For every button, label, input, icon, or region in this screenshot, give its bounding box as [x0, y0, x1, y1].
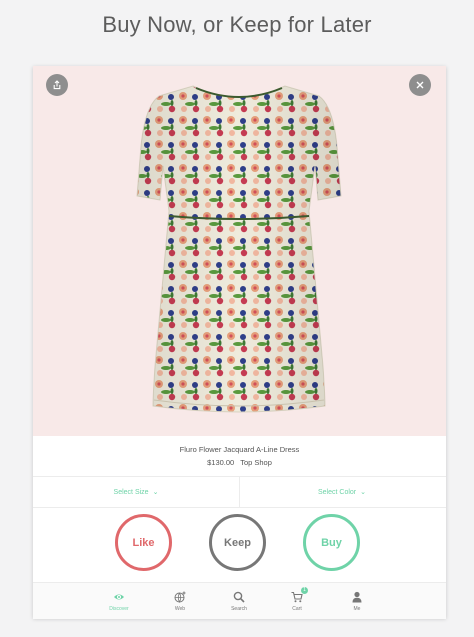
tab-cart-label: Cart [292, 605, 302, 612]
page-headline: Buy Now, or Keep for Later [102, 12, 372, 37]
share-icon [53, 80, 61, 90]
select-color-dropdown[interactable]: Select Color ⌄ [239, 477, 445, 507]
tab-discover[interactable]: Discover [89, 583, 149, 619]
buy-button[interactable]: Buy [303, 514, 360, 571]
product-image[interactable] [33, 66, 446, 436]
product-image-area [33, 66, 446, 436]
product-name: Fluro Flower Jacquard A-Line Dress [179, 445, 300, 454]
cart-badge: 1 [301, 587, 308, 594]
tab-web-label: Web [174, 605, 186, 612]
dress-illustration [136, 85, 342, 413]
tab-cart[interactable]: 1 Cart [267, 583, 327, 619]
chevron-down-icon: ⌄ [152, 489, 159, 496]
search-icon [233, 591, 245, 603]
eye-icon [114, 594, 124, 599]
action-buttons: Like Keep Buy [33, 507, 446, 582]
chevron-down-icon: ⌄ [360, 489, 366, 496]
product-store: Top Shop [240, 458, 272, 467]
globe-plus-icon [174, 591, 186, 603]
tab-discover-label: Discover [109, 605, 129, 612]
variant-selectors: Select Size ⌄ Select Color ⌄ [33, 476, 446, 508]
select-color-label: Select Color [317, 488, 357, 496]
keep-button[interactable]: Keep [209, 514, 266, 571]
product-price: $130.00 [207, 458, 235, 467]
product-price-line: $130.00 Top Shop [33, 458, 446, 467]
tab-search-label: Search [231, 605, 247, 612]
select-size-dropdown[interactable]: Select Size ⌄ [33, 477, 240, 507]
tab-me[interactable]: Me [327, 583, 387, 619]
close-icon [416, 81, 424, 89]
tab-me-label: Me [353, 605, 361, 612]
product-info: Fluro Flower Jacquard A-Line Dress $130.… [33, 436, 446, 476]
person-icon [352, 591, 362, 602]
bottom-tab-bar: Discover Web Search 1 Cart Me [33, 582, 446, 619]
tab-web[interactable]: Web [150, 583, 210, 619]
tab-search[interactable]: Search [209, 583, 269, 619]
like-button[interactable]: Like [115, 514, 172, 571]
product-card: Fluro Flower Jacquard A-Line Dress $130.… [33, 66, 446, 619]
share-button[interactable] [46, 74, 68, 96]
select-size-label: Select Size [113, 488, 149, 496]
close-button[interactable] [409, 74, 431, 96]
